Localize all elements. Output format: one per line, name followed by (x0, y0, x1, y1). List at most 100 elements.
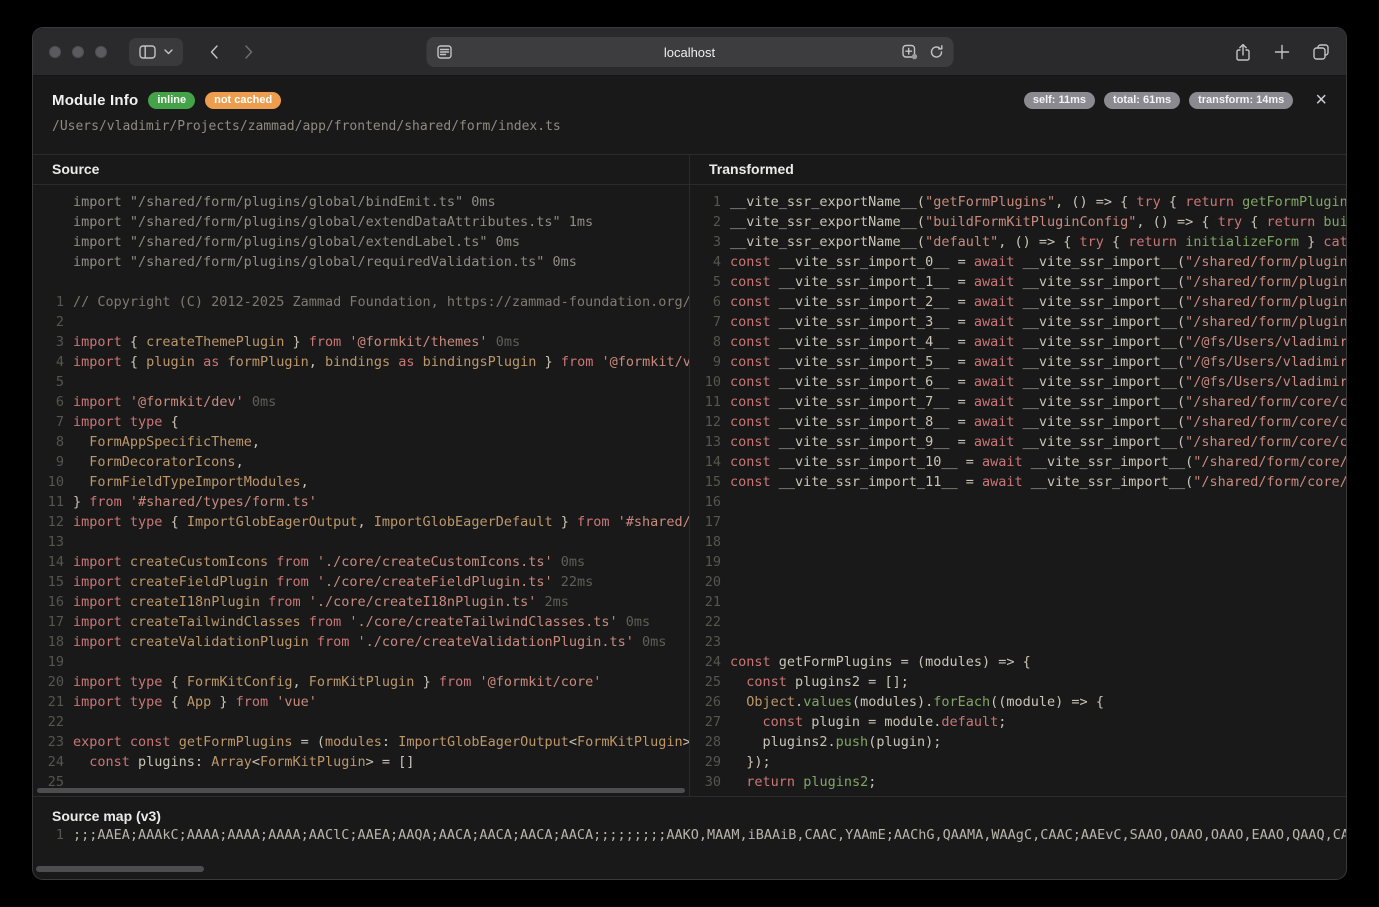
line-number: 3 (33, 332, 64, 352)
code-line: 13const __vite_ssr_import_9__ = await __… (690, 432, 1346, 452)
code-line: 2__vite_ssr_exportName__("buildFormKitPl… (690, 212, 1346, 232)
code-line: 4const __vite_ssr_import_0__ = await __v… (690, 252, 1346, 272)
line-number: 4 (690, 252, 721, 272)
line-number: 25 (690, 672, 721, 692)
code-line: 16import createI18nPlugin from './core/c… (33, 592, 689, 612)
code-line: 5 (33, 372, 689, 392)
line-number: 22 (690, 612, 721, 632)
code-line: 22 (690, 612, 1346, 632)
window-controls (49, 46, 107, 58)
code-line: 14const __vite_ssr_import_10__ = await _… (690, 452, 1346, 472)
code-line: 10const __vite_ssr_import_6__ = await __… (690, 372, 1346, 392)
code-line: 22 (33, 712, 689, 732)
line-number: 1 (690, 192, 721, 212)
line-number: 5 (33, 372, 64, 392)
share-icon[interactable] (1234, 43, 1252, 61)
page-title: Module Info (52, 92, 138, 109)
chevron-down-icon (164, 49, 173, 55)
sourcemap-horizontal-scrollbar[interactable] (36, 866, 204, 872)
line-number: 7 (33, 412, 64, 432)
transformed-code: 1__vite_ssr_exportName__("getFormPlugins… (690, 185, 1346, 792)
code-line: 4import { plugin as formPlugin, bindings… (33, 352, 689, 372)
code-line (33, 272, 689, 292)
code-line: 18import createValidationPlugin from './… (33, 632, 689, 652)
line-number: 18 (33, 632, 64, 652)
sourcemap-section: Source map (v3) 1;;;AAEA;AAAkC;AAAA;AAAA… (33, 796, 1346, 876)
line-number: 5 (690, 272, 721, 292)
back-button[interactable] (201, 38, 227, 66)
code-line: 23export const getFormPlugins = (modules… (33, 732, 689, 752)
line-number: 4 (33, 352, 64, 372)
minimize-window-button[interactable] (72, 46, 84, 58)
code-line: 9const __vite_ssr_import_5__ = await __v… (690, 352, 1346, 372)
chevron-right-icon (244, 44, 254, 60)
code-line: 24 const plugins: Array<FormKitPlugin> =… (33, 752, 689, 772)
code-line: 16 (690, 492, 1346, 512)
reader-icon[interactable] (436, 44, 452, 60)
extensions-icon[interactable] (901, 44, 917, 60)
code-line: 11} from '#shared/types/form.ts' (33, 492, 689, 512)
code-line: 8 FormAppSpecificTheme, (33, 432, 689, 452)
code-line: 25 const plugins2 = []; (690, 672, 1346, 692)
line-number: 10 (690, 372, 721, 392)
tab-overview-icon[interactable] (1312, 43, 1330, 61)
line-number: 14 (690, 452, 721, 472)
code-line: 17 (690, 512, 1346, 532)
line-number: 22 (33, 712, 64, 732)
code-line: 15import createFieldPlugin from './core/… (33, 572, 689, 592)
injected-code-line: import "/shared/form/plugins/global/requ… (33, 252, 689, 272)
zoom-window-button[interactable] (95, 46, 107, 58)
code-line: 26 Object.values(modules).forEach((modul… (690, 692, 1346, 712)
line-number: 1 (33, 825, 64, 845)
code-line: 28 plugins2.push(plugin); (690, 732, 1346, 752)
injected-code-line: import "/shared/form/plugins/global/bind… (33, 192, 689, 212)
code-line: 12import type { ImportGlobEagerOutput, I… (33, 512, 689, 532)
transform-time-badge: transform: 14ms (1189, 92, 1293, 109)
line-number: 2 (690, 212, 721, 232)
url-text: localhost (664, 45, 715, 60)
code-line: 3__vite_ssr_exportName__("default", () =… (690, 232, 1346, 252)
toolbar-actions (1234, 43, 1330, 61)
address-bar[interactable]: localhost (426, 37, 953, 67)
code-line: 19 (690, 552, 1346, 572)
code-line: 20 (690, 572, 1346, 592)
browser-window: localhost Module Info inline not cached … (33, 28, 1346, 879)
new-tab-icon[interactable] (1273, 43, 1291, 61)
address-bar-actions (901, 44, 944, 60)
cache-status-badge: not cached (205, 92, 281, 109)
code-line: 1;;;AAEA;AAAkC;AAAA;AAAA;AAAA;AAClC;AAEA… (33, 825, 1346, 845)
forward-button[interactable] (236, 38, 262, 66)
code-line: 14import createCustomIcons from './core/… (33, 552, 689, 572)
line-number: 14 (33, 552, 64, 572)
source-horizontal-scrollbar[interactable] (37, 788, 685, 793)
code-line: 30 return plugins2; (690, 772, 1346, 792)
code-line: 15const __vite_ssr_import_11__ = await _… (690, 472, 1346, 492)
line-number: 15 (33, 572, 64, 592)
code-line: 6import '@formkit/dev' 0ms (33, 392, 689, 412)
line-number: 18 (690, 532, 721, 552)
sidebar-toggle-button[interactable] (129, 38, 183, 66)
reload-icon[interactable] (928, 44, 944, 60)
line-number: 24 (33, 752, 64, 772)
line-number: 29 (690, 752, 721, 772)
code-line: 2 (33, 312, 689, 332)
code-line: 1// Copyright (C) 2012-2025 Zammad Found… (33, 292, 689, 312)
line-number: 20 (690, 572, 721, 592)
code-line: 17import createTailwindClasses from './c… (33, 612, 689, 632)
line-number: 21 (33, 692, 64, 712)
close-window-button[interactable] (49, 46, 61, 58)
code-line: 19 (33, 652, 689, 672)
line-number: 10 (33, 472, 64, 492)
line-number: 19 (690, 552, 721, 572)
line-number (33, 232, 64, 252)
module-file-path: /Users/vladimir/Projects/zammad/app/fron… (52, 119, 1327, 134)
self-time-badge: self: 11ms (1024, 92, 1095, 109)
code-line: 7import type { (33, 412, 689, 432)
injected-code-line: import "/shared/form/plugins/global/exte… (33, 232, 689, 252)
title-row: Module Info inline not cached self: 11ms… (52, 89, 1327, 111)
code-line: 9 FormDecoratorIcons, (33, 452, 689, 472)
code-line: 7const __vite_ssr_import_3__ = await __v… (690, 312, 1346, 332)
line-number (33, 212, 64, 232)
code-panels: Source import "/shared/form/plugins/glob… (33, 154, 1346, 796)
close-button[interactable]: × (1315, 90, 1327, 110)
